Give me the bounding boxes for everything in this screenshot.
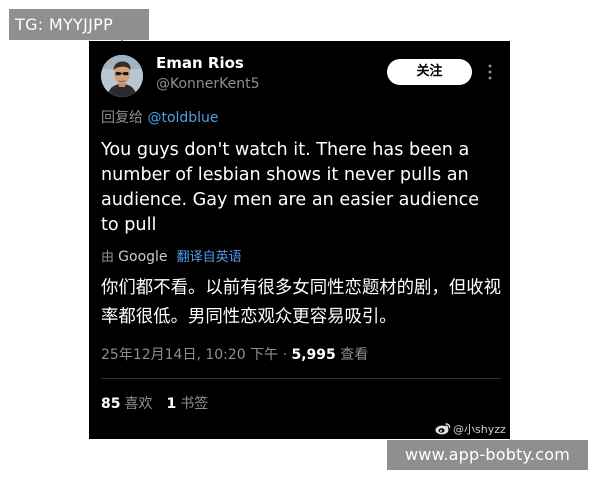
likes-label: 喜欢 (124, 396, 153, 412)
follow-button[interactable]: 关注 (387, 59, 472, 85)
reply-prefix: 回复给 (101, 110, 143, 126)
reply-mention-link[interactable]: @toldblue (147, 110, 218, 126)
engagement-stats: 85 喜欢 1 书签 (101, 393, 208, 413)
display-name[interactable]: Eman Rios (156, 54, 244, 72)
avatar[interactable] (101, 55, 143, 97)
reply-context: 回复给 @toldblue (101, 107, 219, 127)
more-vertical-icon[interactable] (485, 62, 495, 82)
tweet-meta: 25年12月14日, 10:20 下午 · 5,995 查看 (101, 344, 368, 364)
view-count: 5,995 (291, 347, 336, 363)
watermark: @小shyzz (435, 421, 506, 438)
bookmarks-label: 书签 (180, 396, 209, 412)
tweet-card: Eman Rios @KonnerKent5 关注 回复给 @toldblue … (89, 41, 510, 439)
top-label-tag: TG: MYYJJPP (9, 9, 149, 40)
bookmarks-count: 1 (166, 396, 177, 412)
google-brand-label: Google (118, 249, 168, 265)
weibo-logo-icon (435, 422, 451, 438)
bottom-label-tag: www.app-bobty.com (387, 440, 588, 470)
timestamp[interactable]: 25年12月14日, 10:20 下午 (101, 347, 278, 363)
screenshot-canvas: TG: MYYJJPP Eman Rios @KonnerKent5 关注 回复… (0, 0, 600, 480)
likes-count: 85 (101, 396, 121, 412)
watermark-text: @小shyzz (453, 423, 506, 436)
translate-by-label: 由 (101, 250, 115, 265)
bookmarks-stat[interactable]: 1 书签 (166, 396, 208, 412)
tweet-text: You guys don't watch it. There has been … (101, 140, 480, 235)
user-handle[interactable]: @KonnerKent5 (156, 76, 260, 92)
translation-attribution: 由 Google 翻译自英语 (101, 246, 242, 265)
divider (101, 378, 501, 379)
view-label: 查看 (340, 347, 369, 363)
translate-source-link[interactable]: 翻译自英语 (177, 250, 242, 265)
likes-stat[interactable]: 85 喜欢 (101, 396, 152, 412)
translated-text: 你们都不看。以前有很多女同性恋题材的剧，但收视率都很低。男同性恋观众更容易吸引。 (101, 278, 501, 327)
meta-separator: · (282, 347, 288, 363)
avatar-image (101, 55, 143, 97)
